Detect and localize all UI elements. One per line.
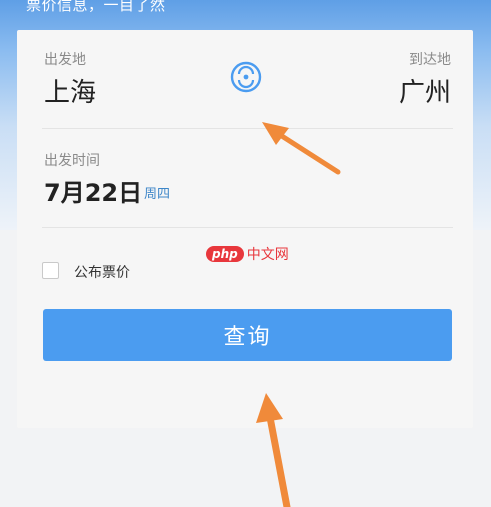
to-city[interactable]: 广州: [399, 72, 451, 109]
watermark: php 中文网: [206, 243, 289, 265]
banner-text: 票价信息，一目了然: [26, 0, 166, 14]
search-button[interactable]: 查询: [43, 309, 452, 361]
departure-time-label: 出发时间: [44, 153, 100, 169]
watermark-text: 中文网: [246, 247, 289, 263]
to-label: 到达地: [409, 52, 451, 68]
publish-price-label[interactable]: 公布票价: [74, 262, 130, 282]
from-label: 出发地: [44, 52, 86, 68]
divider: [42, 128, 453, 129]
departure-weekday: 周四: [144, 187, 171, 202]
from-city[interactable]: 上海: [44, 72, 96, 109]
divider: [42, 227, 453, 228]
watermark-logo: php: [206, 246, 244, 262]
publish-price-checkbox[interactable]: [42, 262, 59, 279]
swap-station-icon[interactable]: [229, 60, 263, 94]
departure-date[interactable]: 7月22日: [44, 173, 142, 208]
